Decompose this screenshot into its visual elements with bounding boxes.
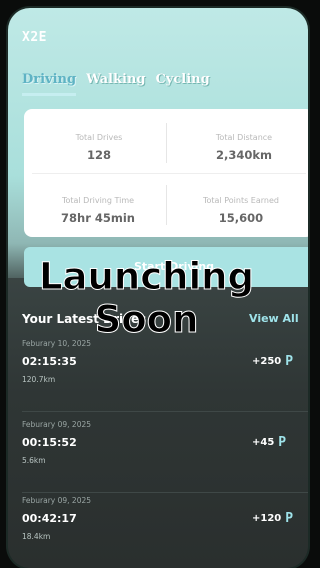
stats-card: Total Drives 128 Total Distance 2,340km … xyxy=(24,109,308,237)
launching-soon-overlay: Launching Soon xyxy=(0,255,293,342)
points-value: +250 xyxy=(252,356,282,367)
overlay-line-1: Launching xyxy=(38,255,254,299)
stat-total-drives: Total Drives 128 xyxy=(44,133,154,162)
tab-driving[interactable]: Driving xyxy=(22,72,77,96)
drive-list-item[interactable]: Feburary 10, 2025 02:15:35 120.7km +250 … xyxy=(22,339,308,417)
stat-value: 15,600 xyxy=(218,211,264,225)
stat-value: 128 xyxy=(86,148,111,162)
stats-row-divider xyxy=(32,173,306,174)
stat-total-points: Total Points Earned 15,600 xyxy=(176,196,306,225)
overlay-line-2: Soon xyxy=(94,298,199,342)
tab-walking[interactable]: Walking xyxy=(86,72,145,96)
app-logo: X2E xyxy=(22,30,47,45)
tab-cycling[interactable]: Cycling xyxy=(155,72,209,96)
drive-date: Feburary 09, 2025 xyxy=(22,420,92,429)
drive-list-item[interactable]: Feburary 09, 2025 00:15:52 5.6km +45 P xyxy=(22,420,308,498)
list-divider xyxy=(22,492,308,493)
points-coin-icon: P xyxy=(278,435,287,450)
stat-label: Total Distance xyxy=(215,133,273,142)
stat-total-distance: Total Distance 2,340km xyxy=(179,133,308,162)
drive-list-item[interactable]: Feburary 09, 2025 00:42:17 18.4km +120 P xyxy=(22,496,308,568)
stat-label: Total Points Earned xyxy=(203,196,279,205)
drive-distance: 120.7km xyxy=(22,375,56,384)
points-value: +45 xyxy=(252,437,275,448)
stats-divider xyxy=(166,123,167,163)
stat-total-driving-time: Total Driving Time 78hr 45min xyxy=(38,196,158,225)
stat-value: 78hr 45min xyxy=(61,211,135,225)
drive-distance: 5.6km xyxy=(22,456,46,465)
activity-tabs: Driving Walking Cycling xyxy=(22,72,210,96)
points-value: +120 xyxy=(252,513,282,524)
points-coin-icon: P xyxy=(285,354,294,369)
stat-value: 2,340km xyxy=(215,148,272,162)
points-coin-icon: P xyxy=(285,511,294,526)
drive-date: Feburary 09, 2025 xyxy=(22,496,92,505)
stat-label: Total Driving Time xyxy=(61,196,135,205)
stats-divider xyxy=(166,185,167,225)
stat-label: Total Drives xyxy=(75,133,123,142)
list-divider xyxy=(22,411,308,412)
drive-points: +45 P xyxy=(252,435,286,450)
drive-points: +250 P xyxy=(252,354,293,369)
drive-distance: 18.4km xyxy=(22,532,51,541)
drive-points: +120 P xyxy=(252,511,293,526)
